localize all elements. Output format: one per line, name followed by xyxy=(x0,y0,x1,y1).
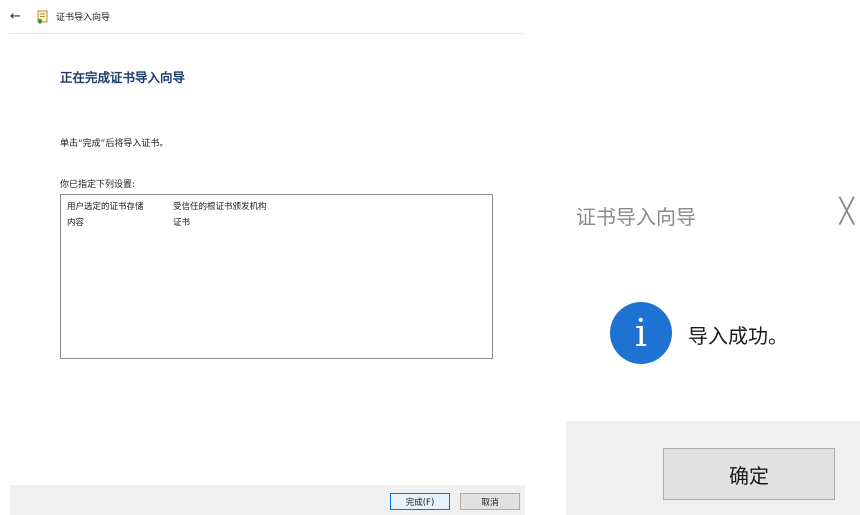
page-heading: 正在完成证书导入向导 xyxy=(60,70,186,85)
setting-value: 证书 xyxy=(173,218,191,228)
wizard-button-bar: 完成(F) 取消 xyxy=(10,485,525,515)
dialog-message: 导入成功。 xyxy=(688,324,788,348)
settings-row: 用户选定的证书存储 受信任的根证书颁发机构 xyxy=(61,198,492,214)
wizard-title: 证书导入向导 xyxy=(56,12,111,23)
certificate-icon xyxy=(36,9,50,24)
cancel-button[interactable]: 取消 xyxy=(460,493,520,510)
setting-key: 用户选定的证书存储 xyxy=(67,202,144,212)
finish-button[interactable]: 完成(F) xyxy=(390,493,450,510)
certificate-import-wizard: ← 证书导入向导 正在完成证书导入向导 单击“完成”后将导入证书。 你已指定下列… xyxy=(0,0,535,515)
dialog-footer: 确定 xyxy=(566,421,860,515)
back-arrow-icon[interactable]: ← xyxy=(10,9,26,24)
setting-key: 内容 xyxy=(67,218,85,228)
divider xyxy=(10,33,525,34)
settings-list[interactable]: 用户选定的证书存储 受信任的根证书颁发机构 内容 证书 xyxy=(60,194,493,359)
instruction-text: 单击“完成”后将导入证书。 xyxy=(60,139,169,149)
info-icon: i xyxy=(610,302,672,364)
settings-label: 你已指定下列设置: xyxy=(60,180,136,190)
dialog-title: 证书导入向导 xyxy=(576,205,696,229)
wizard-title-bar: ← 证书导入向导 xyxy=(10,6,110,26)
close-icon[interactable]: ╳ xyxy=(840,199,854,223)
setting-value: 受信任的根证书颁发机构 xyxy=(173,202,267,212)
import-success-dialog: 证书导入向导 ╳ i 导入成功。 确定 xyxy=(566,185,860,515)
settings-row: 内容 证书 xyxy=(61,214,492,230)
ok-button[interactable]: 确定 xyxy=(663,448,835,500)
